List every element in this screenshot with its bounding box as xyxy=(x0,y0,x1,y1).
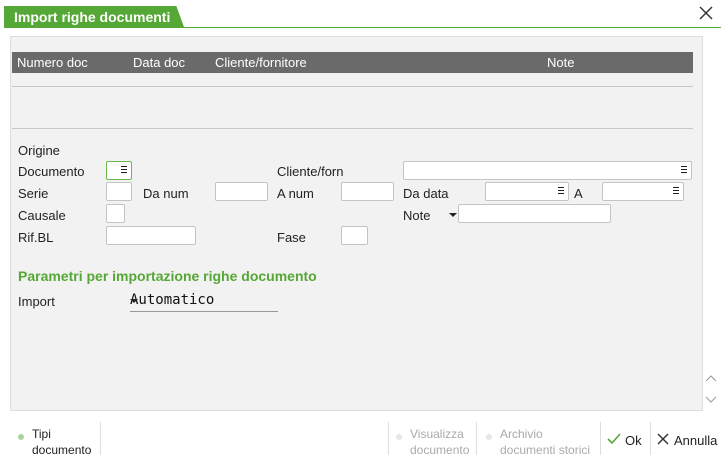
cliente-forn-field[interactable] xyxy=(403,161,692,180)
grid-divider xyxy=(12,86,693,87)
field-menu-icon[interactable] xyxy=(681,166,687,173)
archivio-documenti-storici-button[interactable]: Archivio documenti storici xyxy=(482,418,598,457)
toolbar-separator xyxy=(600,422,601,455)
close-icon[interactable] xyxy=(697,4,715,22)
window-title: Import righe documenti xyxy=(4,6,184,28)
close-icon xyxy=(657,433,669,445)
import-select[interactable]: Automatico xyxy=(130,291,278,312)
documento-field[interactable] xyxy=(106,161,132,180)
scroll-up-icon[interactable] xyxy=(705,373,717,385)
scroll-down-icon[interactable] xyxy=(705,393,717,405)
da-data-label: Da data xyxy=(403,186,449,201)
toolbar-separator xyxy=(388,422,389,455)
ok-button[interactable]: Ok xyxy=(604,418,648,457)
note-field[interactable] xyxy=(458,204,611,223)
origine-label: Origine xyxy=(18,143,60,158)
fase-label: Fase xyxy=(277,230,306,245)
serie-field[interactable] xyxy=(106,182,132,201)
note-label: Note xyxy=(403,208,431,223)
chevron-down-icon[interactable] xyxy=(130,299,138,303)
column-cliente-fornitore[interactable]: Cliente/fornitore xyxy=(215,55,307,70)
a-num-field[interactable] xyxy=(341,182,394,201)
note-dropdown-icon[interactable] xyxy=(449,213,457,217)
documents-grid-header: Numero doc Data doc Cliente/fornitore No… xyxy=(12,52,693,73)
field-menu-icon[interactable] xyxy=(558,187,564,194)
bullet-icon xyxy=(486,434,492,440)
column-data-doc[interactable]: Data doc xyxy=(133,55,185,70)
cliente-forn-label: Cliente/forn xyxy=(277,164,344,179)
da-num-label: Da num xyxy=(143,186,189,201)
serie-label: Serie xyxy=(18,186,49,201)
bullet-icon xyxy=(396,434,402,440)
title-underline xyxy=(4,27,721,28)
field-menu-icon[interactable] xyxy=(673,187,679,194)
bullet-icon xyxy=(18,434,24,440)
visualizza-documento-button[interactable]: Visualizza documento xyxy=(392,418,474,457)
a-data-label: A xyxy=(574,186,583,201)
check-icon xyxy=(607,433,621,445)
bottom-toolbar: Tipi documento Visualizza documento Arch… xyxy=(0,418,721,457)
params-section-title: Parametri per importazione righe documen… xyxy=(18,268,317,284)
toolbar-separator xyxy=(650,422,651,455)
main-panel xyxy=(10,36,703,411)
causale-field[interactable] xyxy=(106,204,125,223)
column-note[interactable]: Note xyxy=(547,55,574,70)
a-num-label: A num xyxy=(277,186,314,201)
annulla-button[interactable]: Annulla xyxy=(654,418,721,457)
toolbar-separator xyxy=(476,422,477,455)
a-data-field[interactable] xyxy=(602,182,684,201)
import-label: Import xyxy=(18,294,55,309)
rif-bl-label: Rif.BL xyxy=(18,230,54,245)
documento-label: Documento xyxy=(18,164,85,179)
title-bar: Import righe documenti xyxy=(0,0,721,28)
da-data-field[interactable] xyxy=(485,182,569,201)
column-numero-doc[interactable]: Numero doc xyxy=(17,55,88,70)
import-select-value: Automatico xyxy=(130,292,215,308)
tipi-documento-button[interactable]: Tipi documento xyxy=(14,418,100,457)
fase-field[interactable] xyxy=(341,226,368,245)
rif-bl-field[interactable] xyxy=(106,226,196,245)
field-menu-icon[interactable] xyxy=(121,166,127,173)
toolbar-separator xyxy=(100,422,101,455)
causale-label: Causale xyxy=(18,208,66,223)
da-num-field[interactable] xyxy=(215,182,268,201)
grid-bottom-divider xyxy=(12,128,693,129)
